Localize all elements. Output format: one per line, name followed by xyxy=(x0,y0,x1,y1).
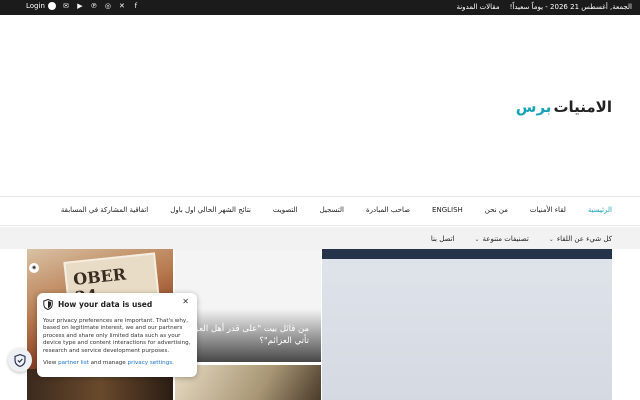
privacy-title: How your data is used xyxy=(58,300,153,309)
login-label: Login xyxy=(26,2,45,10)
user-icon xyxy=(47,2,56,10)
privacy-links: View partner list and manage privacy set… xyxy=(43,360,191,366)
nav-item-agreement[interactable]: اتفاقية المشاركة في المسابقة xyxy=(61,206,148,214)
links-middle: and manage xyxy=(90,360,126,367)
email-icon[interactable]: ✉ xyxy=(62,2,70,10)
partner-list-link[interactable]: partner list xyxy=(58,360,89,366)
subnav-label: تصنيفات متنوعة xyxy=(482,235,529,243)
main-navigation: الرئيسية لقاء الأمنيات من نحن ENGLISH صا… xyxy=(0,196,640,226)
top-bar-left: Login ✉ ▶ ℗ ◎ ✕ f xyxy=(26,2,140,10)
x-icon[interactable]: ✕ xyxy=(118,2,126,10)
privacy-settings-button[interactable] xyxy=(8,348,32,372)
shield-icon xyxy=(14,353,26,367)
featured-article[interactable] xyxy=(322,249,612,400)
nav-item-english[interactable]: ENGLISH xyxy=(432,206,463,214)
nav-item-founder[interactable]: صاحب المبادرة xyxy=(366,206,410,214)
nav-item-meeting[interactable]: لقاء الأمنيات xyxy=(530,206,566,214)
links-suffix: . xyxy=(172,360,174,367)
nav-item-home[interactable]: الرئيسية xyxy=(588,206,612,214)
subnav-item-all-about-meeting[interactable]: كل شيء عن اللقاء⌄ xyxy=(549,235,612,243)
privacy-body: Your privacy preferences are important. … xyxy=(43,318,191,354)
privacy-header: How your data is used xyxy=(43,299,191,310)
nav-item-vote[interactable]: التصويت xyxy=(273,206,298,214)
pinterest-icon[interactable]: ℗ xyxy=(90,2,98,10)
facebook-icon[interactable]: f xyxy=(132,2,140,10)
blog-articles-link[interactable]: مقالات المدونة xyxy=(456,3,499,11)
privacy-settings-link[interactable]: privacy settings xyxy=(128,360,173,366)
close-icon[interactable]: ✕ xyxy=(182,297,189,306)
logo-part-2: برس xyxy=(515,98,552,116)
top-bar-right: الجمعة, أغسطس 21 2026 - يوماً سعيداً! مق… xyxy=(456,3,632,11)
site-logo[interactable]: الامنيات برس xyxy=(516,96,612,116)
shield-icon xyxy=(43,299,53,310)
logo-part-1: الامنيات xyxy=(553,98,612,116)
nav-item-register[interactable]: التسجيل xyxy=(320,206,344,214)
subnav-item-contact[interactable]: اتصل بنا xyxy=(431,235,455,243)
youtube-icon[interactable]: ▶ xyxy=(76,2,84,10)
top-bar: الجمعة, أغسطس 21 2026 - يوماً سعيداً! مق… xyxy=(0,0,640,15)
sub-navigation: كل شيء عن اللقاء⌄ تصنيفات متنوعة⌄ اتصل ب… xyxy=(0,227,640,249)
nav-item-results[interactable]: نتائج الشهر الحالي اول باول xyxy=(170,206,251,214)
privacy-popup: How your data is used ✕ Your privacy pre… xyxy=(37,293,197,377)
star-icon: ✷ xyxy=(29,263,39,273)
chevron-down-icon: ⌄ xyxy=(548,236,554,243)
login-button[interactable]: Login xyxy=(26,2,56,10)
featured-image-band xyxy=(322,249,612,259)
subnav-item-categories[interactable]: تصنيفات متنوعة⌄ xyxy=(475,235,529,243)
date-text: الجمعة, أغسطس 21 2026 - يوماً سعيداً! xyxy=(509,3,632,11)
instagram-icon[interactable]: ◎ xyxy=(104,2,112,10)
nav-item-about[interactable]: من نحن xyxy=(485,206,508,214)
subnav-label: كل شيء عن اللقاء xyxy=(556,235,612,243)
chevron-down-icon: ⌄ xyxy=(474,236,480,243)
article-title[interactable]: من قائل بيت "على قدر أهل العزم تأتي العز… xyxy=(179,323,309,347)
links-prefix: View xyxy=(43,360,57,367)
